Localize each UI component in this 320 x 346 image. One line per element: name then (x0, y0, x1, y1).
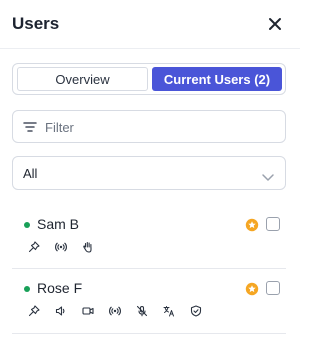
tab-overview[interactable]: Overview (17, 67, 148, 91)
header-divider (0, 48, 300, 49)
select-user-checkbox[interactable] (266, 281, 280, 295)
star-icon[interactable] (245, 282, 259, 296)
user-name: Sam B (37, 216, 80, 232)
broadcast-icon[interactable] (109, 305, 121, 317)
users-panel: Users Overview Current Users (2) All Sam… (0, 0, 300, 346)
online-status-dot (24, 222, 30, 228)
broadcast-icon[interactable] (55, 241, 67, 253)
chevron-down-icon (261, 169, 275, 181)
user-status-icons (28, 305, 217, 317)
shield-icon[interactable] (190, 305, 202, 317)
filter-field (12, 110, 286, 143)
pin-icon[interactable] (28, 241, 40, 253)
select-value: All (23, 166, 38, 181)
translate-icon[interactable] (163, 305, 175, 317)
select-user-checkbox[interactable] (266, 217, 280, 231)
star-icon[interactable] (245, 218, 259, 232)
online-status-dot (24, 286, 30, 292)
panel-header: Users (0, 0, 300, 48)
row-divider (12, 268, 286, 269)
user-status-icons (28, 241, 109, 253)
user-name: Rose F (37, 280, 83, 296)
user-row: Sam B (0, 208, 300, 270)
raised-hand-icon[interactable] (82, 241, 94, 253)
muted-mic-icon[interactable] (136, 305, 148, 317)
speaker-icon[interactable] (55, 305, 67, 317)
tab-bar: Overview Current Users (2) (12, 63, 286, 95)
panel-title: Users (12, 14, 60, 33)
user-type-select[interactable]: All (12, 156, 286, 190)
filter-icon (23, 120, 37, 134)
tab-current-users[interactable]: Current Users (2) (152, 67, 282, 91)
video-icon[interactable] (82, 305, 94, 317)
pin-icon[interactable] (28, 305, 40, 317)
filter-input[interactable] (45, 117, 275, 137)
row-divider (12, 333, 286, 334)
close-icon[interactable] (266, 15, 284, 33)
user-row: Rose F (0, 272, 300, 334)
